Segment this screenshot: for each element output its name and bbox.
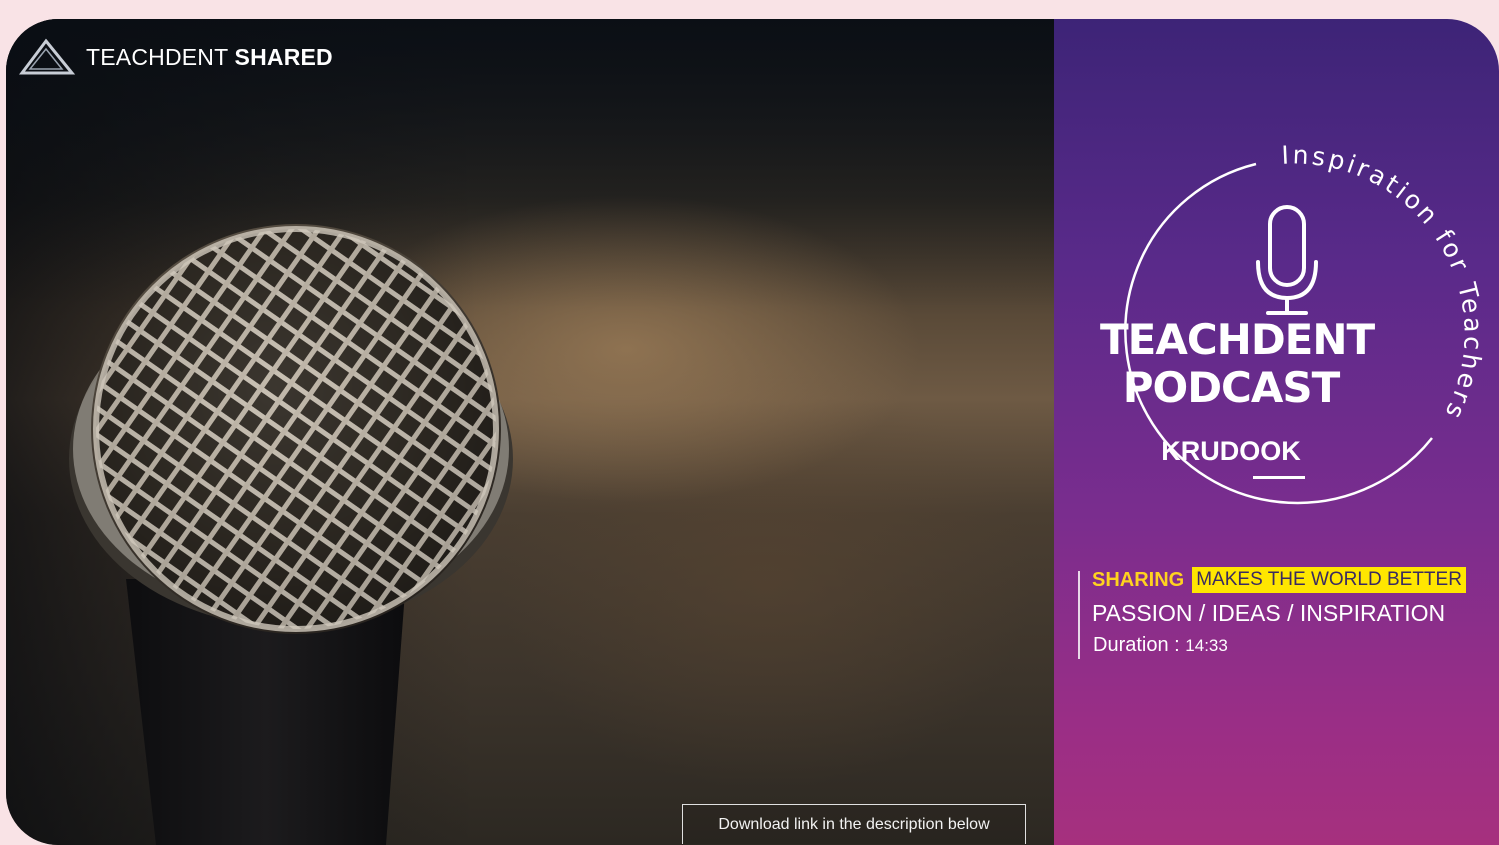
host-underline <box>1253 476 1305 479</box>
podcast-title: TEACHDENT PODCAST <box>1100 315 1375 412</box>
tagline-highlight: MAKES THE WORLD BETTER <box>1192 567 1466 593</box>
tagline: SHARING MAKES THE WORLD BETTER <box>1092 567 1466 593</box>
duration-value: 14:33 <box>1185 636 1228 655</box>
microphone-icon <box>1256 205 1318 315</box>
podcast-host: KRUDOOK <box>1161 436 1301 466</box>
topics-text: PASSION / IDEAS / INSPIRATION <box>1092 600 1446 626</box>
info-divider <box>1078 571 1080 659</box>
tagline-prefix: SHARING <box>1092 568 1185 591</box>
duration-text: Duration : 14:33 <box>1093 634 1228 656</box>
podcast-badge: Inspiration for Teachers <box>1124 140 1485 505</box>
